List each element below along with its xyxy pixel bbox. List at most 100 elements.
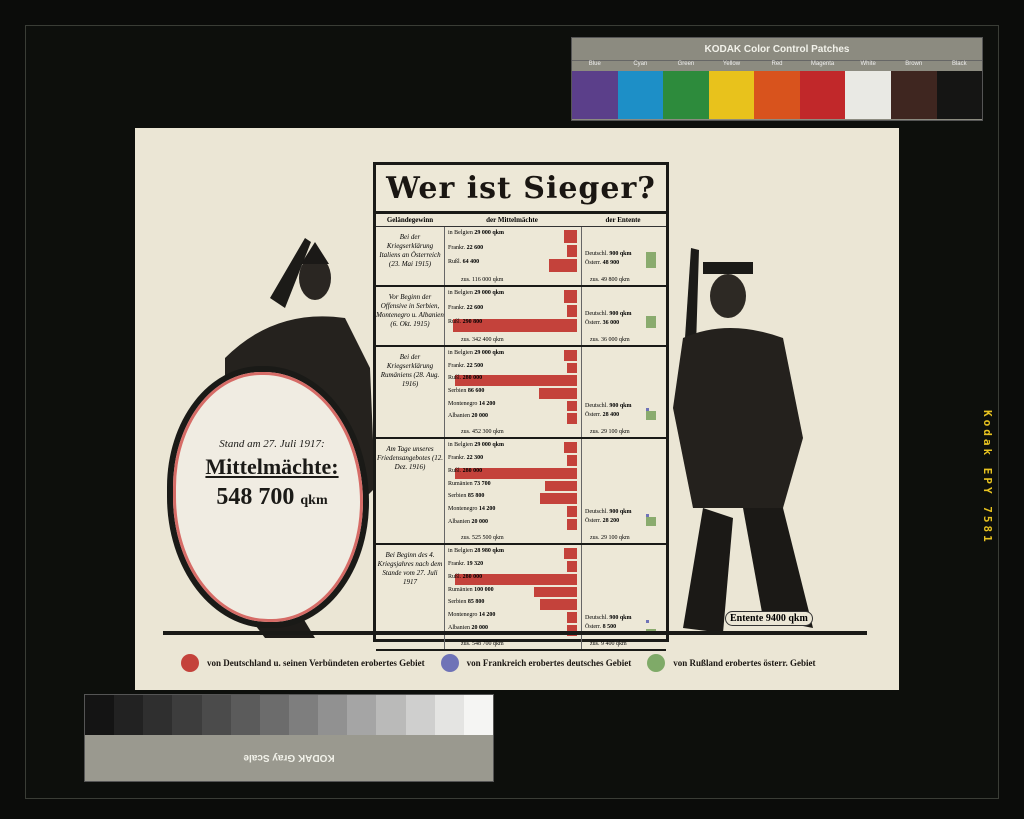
territory-line: Rußl. 280 000 — [448, 375, 482, 381]
blob-date: Stand am 27. Juli 1917: — [219, 438, 325, 450]
table-row: Bei der Kriegserklärung Italiens an Öste… — [376, 227, 666, 287]
entente-region: Österr. — [585, 518, 603, 524]
territory-value: 19 320 — [466, 560, 484, 567]
territory-line: Frankr. 22 600 — [448, 305, 483, 311]
entente-value: 36 000 — [602, 320, 620, 326]
blob-text: Stand am 27. Juli 1917: Mittelmächte: 54… — [187, 438, 357, 511]
header-col2: der Mittelmächte — [486, 216, 538, 224]
ground-line — [163, 631, 867, 635]
central-powers-cell: in Belgien 29 000 qkm Frankr. 22 600 Rußl.… — [445, 227, 582, 285]
legend-text: von Deutschland u. seinen Verbündeten er… — [207, 658, 425, 668]
territory-line: in Belgien 29 000 qkm — [448, 290, 504, 296]
blob-area: 548 700 qkm — [187, 484, 357, 511]
gray-step — [434, 695, 464, 735]
territory-region: Serbien — [448, 388, 468, 394]
legend-dot — [440, 654, 459, 672]
entente-line: Deutschl. 900 qkm — [585, 509, 632, 515]
entente-line: Österr. 36 000 — [585, 320, 619, 326]
territory-value: 22 500 — [466, 362, 484, 369]
territory-region: Frankr. — [448, 362, 467, 369]
territory-region: in Belgien — [448, 290, 475, 296]
entente-cell: Deutschl. 900 qkm Österr. 28 400 zus. 29 1… — [582, 347, 666, 437]
territory-bar — [567, 362, 577, 374]
legend-dot — [181, 654, 199, 672]
gray-card-title: KODAK Gray Scale — [243, 752, 335, 764]
entente-line: Österr. 48 900 — [585, 260, 619, 266]
territory-region: Serbien — [448, 493, 468, 500]
territory-bar — [539, 599, 577, 611]
territory-line: Rußl. 280 000 — [448, 574, 482, 580]
territory-region: Frankr. — [448, 244, 467, 251]
territory-bar — [564, 442, 577, 453]
entente-total: zus. 36 000 qkm — [590, 337, 630, 343]
entente-bar — [646, 620, 649, 623]
territory-value: 280 000 — [462, 573, 483, 580]
entente-line: Österr. 28 400 — [585, 412, 619, 418]
entente-total: zus. 9 400 qkm — [590, 641, 627, 647]
territory-line: Serbien 85 800 — [448, 493, 484, 499]
territory-value: 28 980 qkm — [474, 548, 505, 554]
entente-region: Österr. — [585, 624, 603, 630]
comparison-table: Wer ist Sieger? Geländegewinn der Mittel… — [373, 162, 669, 651]
territory-line: Serbien 85 800 — [448, 599, 484, 605]
territory-line: in Belgien 29 000 qkm — [448, 230, 504, 236]
color-card-title: KODAK Color Control Patches — [572, 38, 982, 61]
entente-total: zus. 29 100 qkm — [590, 429, 630, 435]
blob-area-unit: qkm — [300, 493, 328, 508]
legend-text: von Rußland erobertes österr. Gebiet — [673, 658, 816, 668]
table-row: Vor Beginn der Offensive in Serbien, Mon… — [376, 287, 666, 347]
row-caption: Am Tage unseres Friedensangebotes (12. D… — [376, 439, 445, 543]
color-patch — [663, 71, 709, 119]
territory-region: Serbien — [448, 599, 468, 606]
territory-value: 20 000 — [471, 413, 489, 420]
kodak-gray-card: KODAK Gray Scale — [84, 694, 494, 782]
territory-line: Frankr. 22 600 — [448, 245, 483, 251]
color-patch — [799, 71, 846, 119]
entente-value: 900 qkm — [609, 311, 632, 317]
color-label: Yellow — [722, 61, 741, 67]
header-col3: der Entente — [605, 216, 641, 224]
entente-region: Deutschl. — [585, 403, 610, 409]
territory-line: Frankr. 19 320 — [448, 561, 483, 567]
gray-step — [230, 695, 260, 735]
entente-bar — [646, 316, 656, 328]
entente-cell: Deutschl. 900 qkm Österr. 48 900 zus. 49 8… — [582, 227, 666, 285]
entente-value: 900 qkm — [609, 509, 632, 515]
territory-bar — [567, 454, 577, 466]
territory-value: 280 000 — [462, 375, 483, 382]
entente-line: Deutschl. 900 qkm — [585, 251, 632, 257]
entente-line: Deutschl. 900 qkm — [585, 311, 632, 317]
table-rows: Bei der Kriegserklärung Italiens an Öste… — [376, 227, 666, 651]
territory-line: in Belgien 29 000 qkm — [448, 442, 504, 448]
territory-value: 73 700 — [474, 480, 491, 487]
territory-value: 14 200 — [478, 612, 496, 619]
central-powers-total: zus. 116 000 qkm — [461, 277, 504, 283]
territory-value: 100 000 — [474, 586, 494, 593]
central-powers-cell: in Belgien 29 000 qkm Frankr. 22 300 Rußl.… — [445, 439, 582, 543]
territory-region: Rußl. — [448, 573, 463, 580]
poster-title: Wer ist Sieger? — [376, 165, 666, 214]
entente-line: Deutschl. 900 qkm — [585, 615, 632, 621]
color-card-labels: Blue Cyan Green Yellow Red Magenta White Brown B… — [572, 61, 982, 71]
entente-value: 28 200 — [602, 518, 620, 524]
table-row: Am Tage unseres Friedensangebotes (12. D… — [376, 439, 666, 545]
gray-step — [114, 695, 144, 735]
blob-area-value: 548 700 — [216, 484, 295, 510]
gray-step — [288, 695, 319, 735]
color-patch — [845, 71, 891, 119]
territory-value: 29 000 qkm — [474, 442, 505, 448]
territory-region: Rußl. — [448, 375, 463, 382]
territory-line: Albanien 20 000 — [448, 519, 488, 525]
territory-line: Rumänien 73 700 — [448, 481, 491, 487]
territory-bar — [539, 388, 577, 399]
entente-value: 8 500 — [602, 624, 617, 630]
central-powers-total: zus. 525 500 qkm — [461, 535, 504, 541]
color-label: Brown — [905, 61, 923, 67]
territory-value: 86 600 — [467, 388, 485, 394]
territory-bar — [567, 506, 577, 518]
territory-region: Rußl. — [448, 467, 463, 474]
table-row: Bei der Kriegserklärung Rumäniens (28. A… — [376, 347, 666, 439]
territory-region: Frankr. — [448, 560, 467, 567]
header-col1: Geländegewinn — [386, 216, 434, 224]
entente-bar — [646, 516, 656, 526]
